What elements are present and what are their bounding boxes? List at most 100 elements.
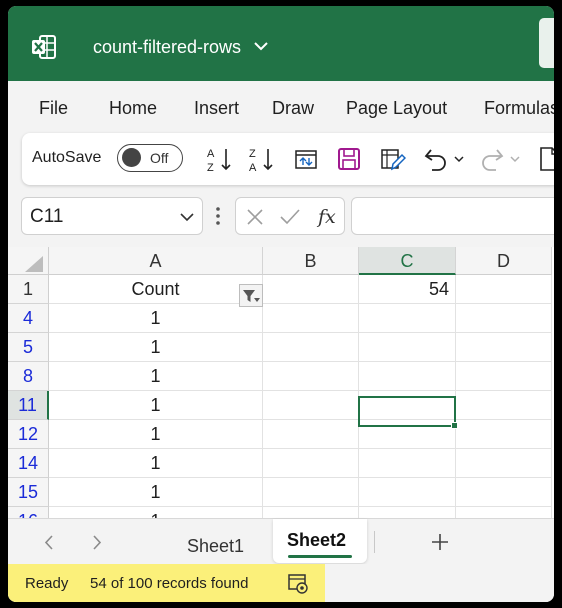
cell-d[interactable] [456, 449, 552, 478]
excel-window: count-filtered-rows File Home Insert Dra… [8, 6, 554, 602]
save-icon[interactable] [335, 145, 363, 173]
formula-buttons: fx [235, 197, 345, 235]
cell-a[interactable]: 1 [49, 362, 263, 391]
status-bar: Ready 54 of 100 records found [8, 564, 554, 602]
tab-file[interactable]: File [39, 98, 68, 119]
insert-function-icon[interactable]: fx [316, 205, 340, 229]
cell-b[interactable] [263, 275, 359, 304]
cell-a[interactable]: 1 [49, 507, 263, 518]
cell-a[interactable]: 1 [49, 449, 263, 478]
select-all-button[interactable] [8, 247, 49, 275]
column-header-a[interactable]: A [49, 247, 263, 275]
row-header-selected[interactable]: 11 [8, 391, 49, 420]
formula-input[interactable] [351, 197, 554, 235]
row-header[interactable]: 16 [8, 507, 49, 518]
sheet-tab-label: Sheet2 [287, 530, 347, 550]
fill-handle[interactable] [451, 422, 458, 429]
cell-a[interactable]: 1 [49, 420, 263, 449]
new-page-icon[interactable] [536, 145, 554, 173]
ribbon-tabs: File Home Insert Draw Page Layout Formul… [8, 81, 554, 133]
cell-b[interactable] [263, 420, 359, 449]
cell-d[interactable] [456, 275, 552, 304]
quick-access-toolbar: AutoSave Off A Z Z A [22, 133, 554, 185]
search-box[interactable] [539, 18, 554, 68]
undo-icon[interactable] [422, 145, 450, 173]
cell-a[interactable]: 1 [49, 478, 263, 507]
row-header[interactable]: 4 [8, 304, 49, 333]
cell-c1[interactable]: 54 [359, 275, 456, 304]
cell-d[interactable] [456, 478, 552, 507]
row-header[interactable]: 1 [8, 275, 49, 304]
chevron-down-icon[interactable] [254, 41, 268, 51]
cell-a[interactable]: 1 [49, 333, 263, 362]
cell-d[interactable] [456, 391, 552, 420]
cell-a[interactable]: 1 [49, 391, 263, 420]
status-ready: Ready [25, 575, 69, 592]
undo-chevron-down-icon[interactable] [454, 156, 464, 163]
sheet-tab-sheet2-active[interactable]: Sheet2 [273, 519, 367, 563]
cell-d[interactable] [456, 304, 552, 333]
chevron-left-icon[interactable] [44, 535, 54, 550]
sheet-tab-sheet1[interactable]: Sheet1 [187, 536, 244, 557]
row-header[interactable]: 8 [8, 362, 49, 391]
cell-c[interactable] [359, 478, 456, 507]
column-header-c[interactable]: C [359, 247, 456, 275]
cell-a1[interactable]: Count [49, 275, 263, 304]
cell-b[interactable] [263, 478, 359, 507]
cell-b[interactable] [263, 362, 359, 391]
toggle-knob [122, 148, 141, 167]
sort-ascending-icon[interactable]: A Z [206, 145, 234, 173]
cell-c[interactable] [359, 304, 456, 333]
cell-b[interactable] [263, 507, 359, 518]
cell-a[interactable]: 1 [49, 304, 263, 333]
name-box-value: C11 [30, 206, 64, 227]
tab-insert[interactable]: Insert [194, 98, 239, 119]
title-bar: count-filtered-rows [8, 6, 554, 81]
more-vertical-icon[interactable] [215, 205, 221, 227]
autosave-toggle[interactable]: Off [117, 144, 183, 172]
cell-d[interactable] [456, 333, 552, 362]
cell-c[interactable] [359, 333, 456, 362]
refresh-all-icon[interactable] [292, 145, 320, 173]
svg-text:A: A [249, 162, 257, 173]
svg-text:A: A [207, 148, 215, 160]
row-header[interactable]: 12 [8, 420, 49, 449]
row-header[interactable]: 5 [8, 333, 49, 362]
redo-chevron-down-icon[interactable] [510, 156, 520, 163]
svg-text:Z: Z [249, 148, 256, 160]
tab-draw[interactable]: Draw [272, 98, 314, 119]
column-header-b[interactable]: B [263, 247, 359, 275]
cell-d[interactable] [456, 507, 552, 518]
spreadsheet-grid: A B C D 1 4 5 8 11 12 14 15 16 Count 1 1… [8, 247, 554, 518]
column-header-d[interactable]: D [456, 247, 552, 275]
chevron-right-icon[interactable] [92, 535, 102, 550]
document-title[interactable]: count-filtered-rows [93, 37, 241, 58]
cancel-icon[interactable] [245, 207, 265, 227]
tab-home[interactable]: Home [109, 98, 157, 119]
row-header[interactable]: 14 [8, 449, 49, 478]
tab-formulas[interactable]: Formulas [484, 98, 554, 119]
cell-b[interactable] [263, 449, 359, 478]
cell-c[interactable] [359, 362, 456, 391]
tab-page-layout[interactable]: Page Layout [346, 98, 447, 119]
accessibility-icon[interactable] [287, 572, 309, 594]
tab-divider [374, 531, 375, 553]
cell-c[interactable] [359, 507, 456, 518]
redo-icon[interactable] [478, 145, 506, 173]
sort-descending-icon[interactable]: Z A [248, 145, 276, 173]
filter-dropdown-button[interactable] [239, 284, 263, 307]
cell-b[interactable] [263, 333, 359, 362]
edit-form-icon[interactable] [378, 145, 406, 173]
cell-b[interactable] [263, 304, 359, 333]
row-header[interactable]: 15 [8, 478, 49, 507]
filter-icon [243, 290, 260, 302]
cell-d[interactable] [456, 420, 552, 449]
cell-d[interactable] [456, 362, 552, 391]
excel-app-icon[interactable] [31, 34, 57, 60]
enter-icon[interactable] [279, 207, 301, 227]
cell-b[interactable] [263, 391, 359, 420]
chevron-down-icon[interactable] [180, 213, 194, 222]
add-sheet-icon[interactable] [430, 532, 450, 552]
cell-c[interactable] [359, 449, 456, 478]
name-box[interactable]: C11 [21, 197, 203, 235]
